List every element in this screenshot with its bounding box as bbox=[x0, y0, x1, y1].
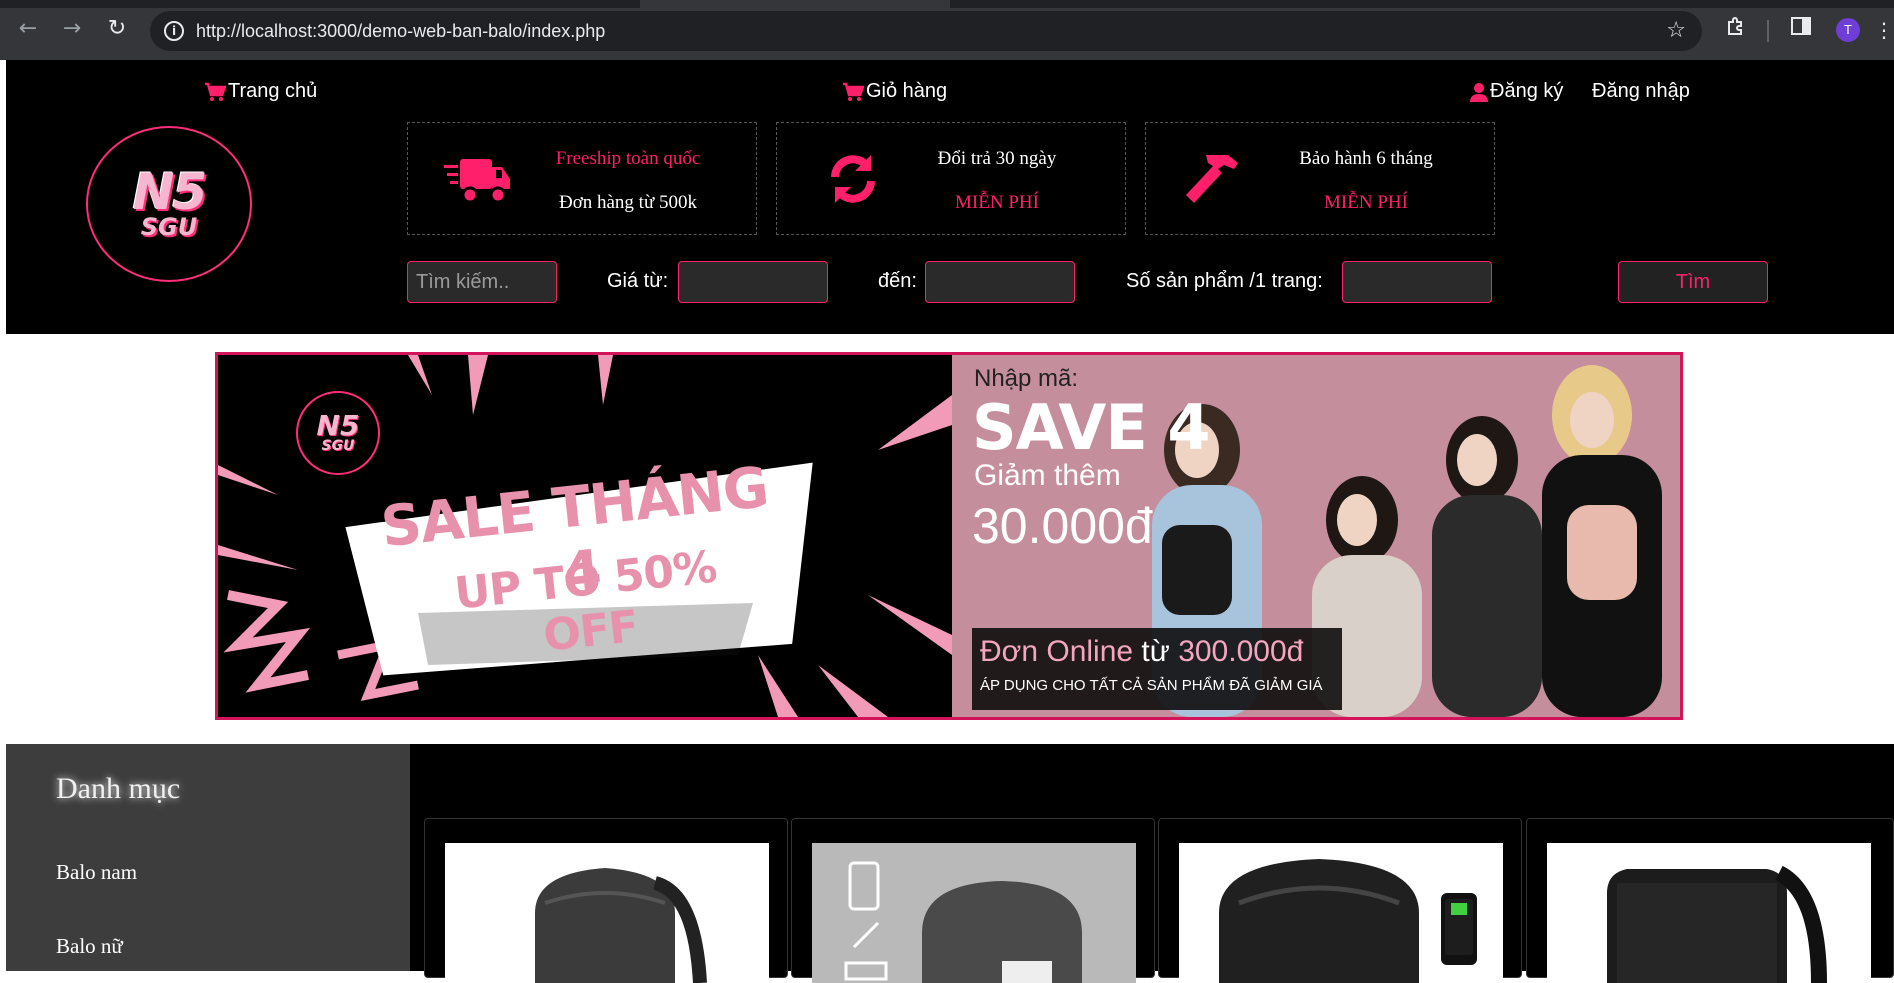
side-panel-icon[interactable] bbox=[1786, 15, 1816, 45]
feature-title: Bảo hành 6 tháng bbox=[1299, 148, 1433, 169]
price-to-input[interactable] bbox=[925, 261, 1075, 303]
per-page-input[interactable] bbox=[1342, 261, 1492, 303]
per-page-label: Số sản phẩm /1 trang: bbox=[1126, 270, 1323, 292]
nav-home-label: Trang chủ bbox=[228, 80, 318, 102]
logo-text-sgu: SGU bbox=[140, 213, 198, 241]
product-image[interactable] bbox=[1547, 843, 1871, 983]
price-to-label: đến: bbox=[878, 270, 917, 292]
active-tab[interactable] bbox=[640, 0, 950, 8]
search-keyword-input[interactable] bbox=[407, 261, 557, 303]
url-text[interactable]: http://localhost:3000/demo-web-ban-balo/… bbox=[196, 11, 605, 51]
cart-icon bbox=[842, 82, 864, 102]
discount-amount: 30.000đ bbox=[972, 498, 1153, 554]
site-header: Trang chủ Giỏ hàng Đăng ký Đăng nhập N5 … bbox=[6, 60, 1894, 334]
hammer-icon bbox=[1184, 151, 1252, 209]
extensions-icon[interactable] bbox=[1721, 15, 1751, 45]
logo-text-n5: N5 bbox=[132, 163, 208, 221]
search-button[interactable]: Tìm bbox=[1618, 261, 1768, 303]
discount-label: Giảm thêm bbox=[974, 459, 1121, 492]
feature-subtitle: MIỄN PHÍ bbox=[955, 192, 1039, 213]
feature-subtitle: MIỄN PHÍ bbox=[1324, 192, 1408, 213]
category-title: Danh mục bbox=[56, 772, 181, 805]
reload-icon[interactable]: ↻ bbox=[102, 14, 132, 44]
browser-toolbar: ← → ↻ i http://localhost:3000/demo-web-b… bbox=[0, 0, 1894, 60]
menu-kebab-icon[interactable]: ⋮ bbox=[1874, 15, 1894, 45]
site-info-icon[interactable]: i bbox=[164, 21, 184, 41]
bookmark-star-icon[interactable]: ☆ bbox=[1666, 11, 1686, 51]
truck-icon bbox=[444, 151, 512, 209]
feature-warranty: Bảo hành 6 tháng MIỄN PHÍ bbox=[1145, 122, 1495, 235]
nav-login-link[interactable]: Đăng nhập bbox=[1592, 80, 1690, 103]
banner-logo-n5: N5 bbox=[316, 409, 360, 442]
nav-cart-label: Giỏ hàng bbox=[866, 80, 948, 102]
condition-amount: 300.000đ bbox=[1178, 635, 1304, 668]
backpack-image bbox=[535, 868, 707, 983]
banner-logo: N5 SGU bbox=[296, 391, 380, 475]
backpack-image bbox=[1607, 865, 1827, 983]
feature-freeship: Freeship toàn quốc Đơn hàng từ 500k bbox=[407, 122, 757, 235]
product-image[interactable] bbox=[812, 843, 1136, 983]
feature-return: Đổi trả 30 ngày MIỄN PHÍ bbox=[776, 122, 1126, 235]
condition-prefix: Đơn Online bbox=[980, 635, 1134, 668]
price-from-input[interactable] bbox=[678, 261, 828, 303]
address-bar[interactable]: i http://localhost:3000/demo-web-ban-bal… bbox=[150, 11, 1702, 51]
order-condition: Đơn Online từ 300.000đ bbox=[980, 635, 1303, 669]
product-card[interactable] bbox=[791, 818, 1155, 983]
catalog-section: Danh mục Balo nam Balo nữ bbox=[6, 744, 1894, 983]
promo-banner[interactable]: N5 SGU SALE THÁNG 4 UP TO 50% OFF Nhập m… bbox=[215, 352, 1683, 720]
price-from-label: Giá từ: bbox=[607, 270, 669, 292]
nav-home-link[interactable]: Trang chủ bbox=[204, 80, 317, 103]
category-sidebar: Danh mục Balo nam Balo nữ bbox=[6, 744, 410, 971]
toolbar-separator bbox=[1767, 20, 1769, 42]
apply-note: ÁP DỤNG CHO TẤT CẢ SẢN PHẨM ĐÃ GIẢM GIÁ bbox=[980, 677, 1323, 694]
site-logo[interactable]: N5 SGU bbox=[86, 126, 252, 282]
product-image[interactable] bbox=[1179, 843, 1503, 983]
nav-register-label: Đăng ký bbox=[1490, 80, 1564, 102]
nav-register-link[interactable]: Đăng ký bbox=[1470, 80, 1563, 103]
back-icon[interactable]: ← bbox=[13, 14, 43, 44]
feature-title: Freeship toàn quốc bbox=[555, 148, 701, 169]
condition-from: từ bbox=[1141, 635, 1170, 668]
backpack-image bbox=[844, 861, 1082, 983]
product-card[interactable] bbox=[1526, 818, 1894, 983]
user-icon bbox=[1470, 82, 1488, 102]
tab-strip bbox=[0, 0, 1894, 8]
product-card[interactable] bbox=[424, 818, 788, 983]
nav-cart-link[interactable]: Giỏ hàng bbox=[842, 80, 947, 103]
banner-code-panel: Nhập mã: SAVE 4 Giảm thêm 30.000đ Đơn On… bbox=[952, 355, 1680, 717]
nav-login-label: Đăng nhập bbox=[1592, 80, 1690, 102]
banner-sale-panel: N5 SGU SALE THÁNG 4 UP TO 50% OFF bbox=[218, 355, 952, 717]
feature-title: Đổi trả 30 ngày bbox=[937, 148, 1057, 169]
forward-icon[interactable]: → bbox=[57, 14, 87, 44]
code-label: Nhập mã: bbox=[974, 365, 1079, 392]
product-image[interactable] bbox=[445, 843, 769, 983]
promo-code: SAVE 4 bbox=[972, 391, 1210, 464]
sidebar-item-balo-nam[interactable]: Balo nam bbox=[56, 860, 137, 885]
banner-logo-sgu: SGU bbox=[321, 438, 355, 454]
feature-subtitle: Đơn hàng từ 500k bbox=[558, 192, 698, 213]
backpack-image bbox=[1219, 859, 1477, 983]
cart-icon bbox=[204, 82, 226, 102]
sidebar-item-balo-nu[interactable]: Balo nữ bbox=[56, 934, 123, 959]
product-card[interactable] bbox=[1158, 818, 1522, 983]
profile-avatar[interactable]: T bbox=[1836, 18, 1860, 42]
